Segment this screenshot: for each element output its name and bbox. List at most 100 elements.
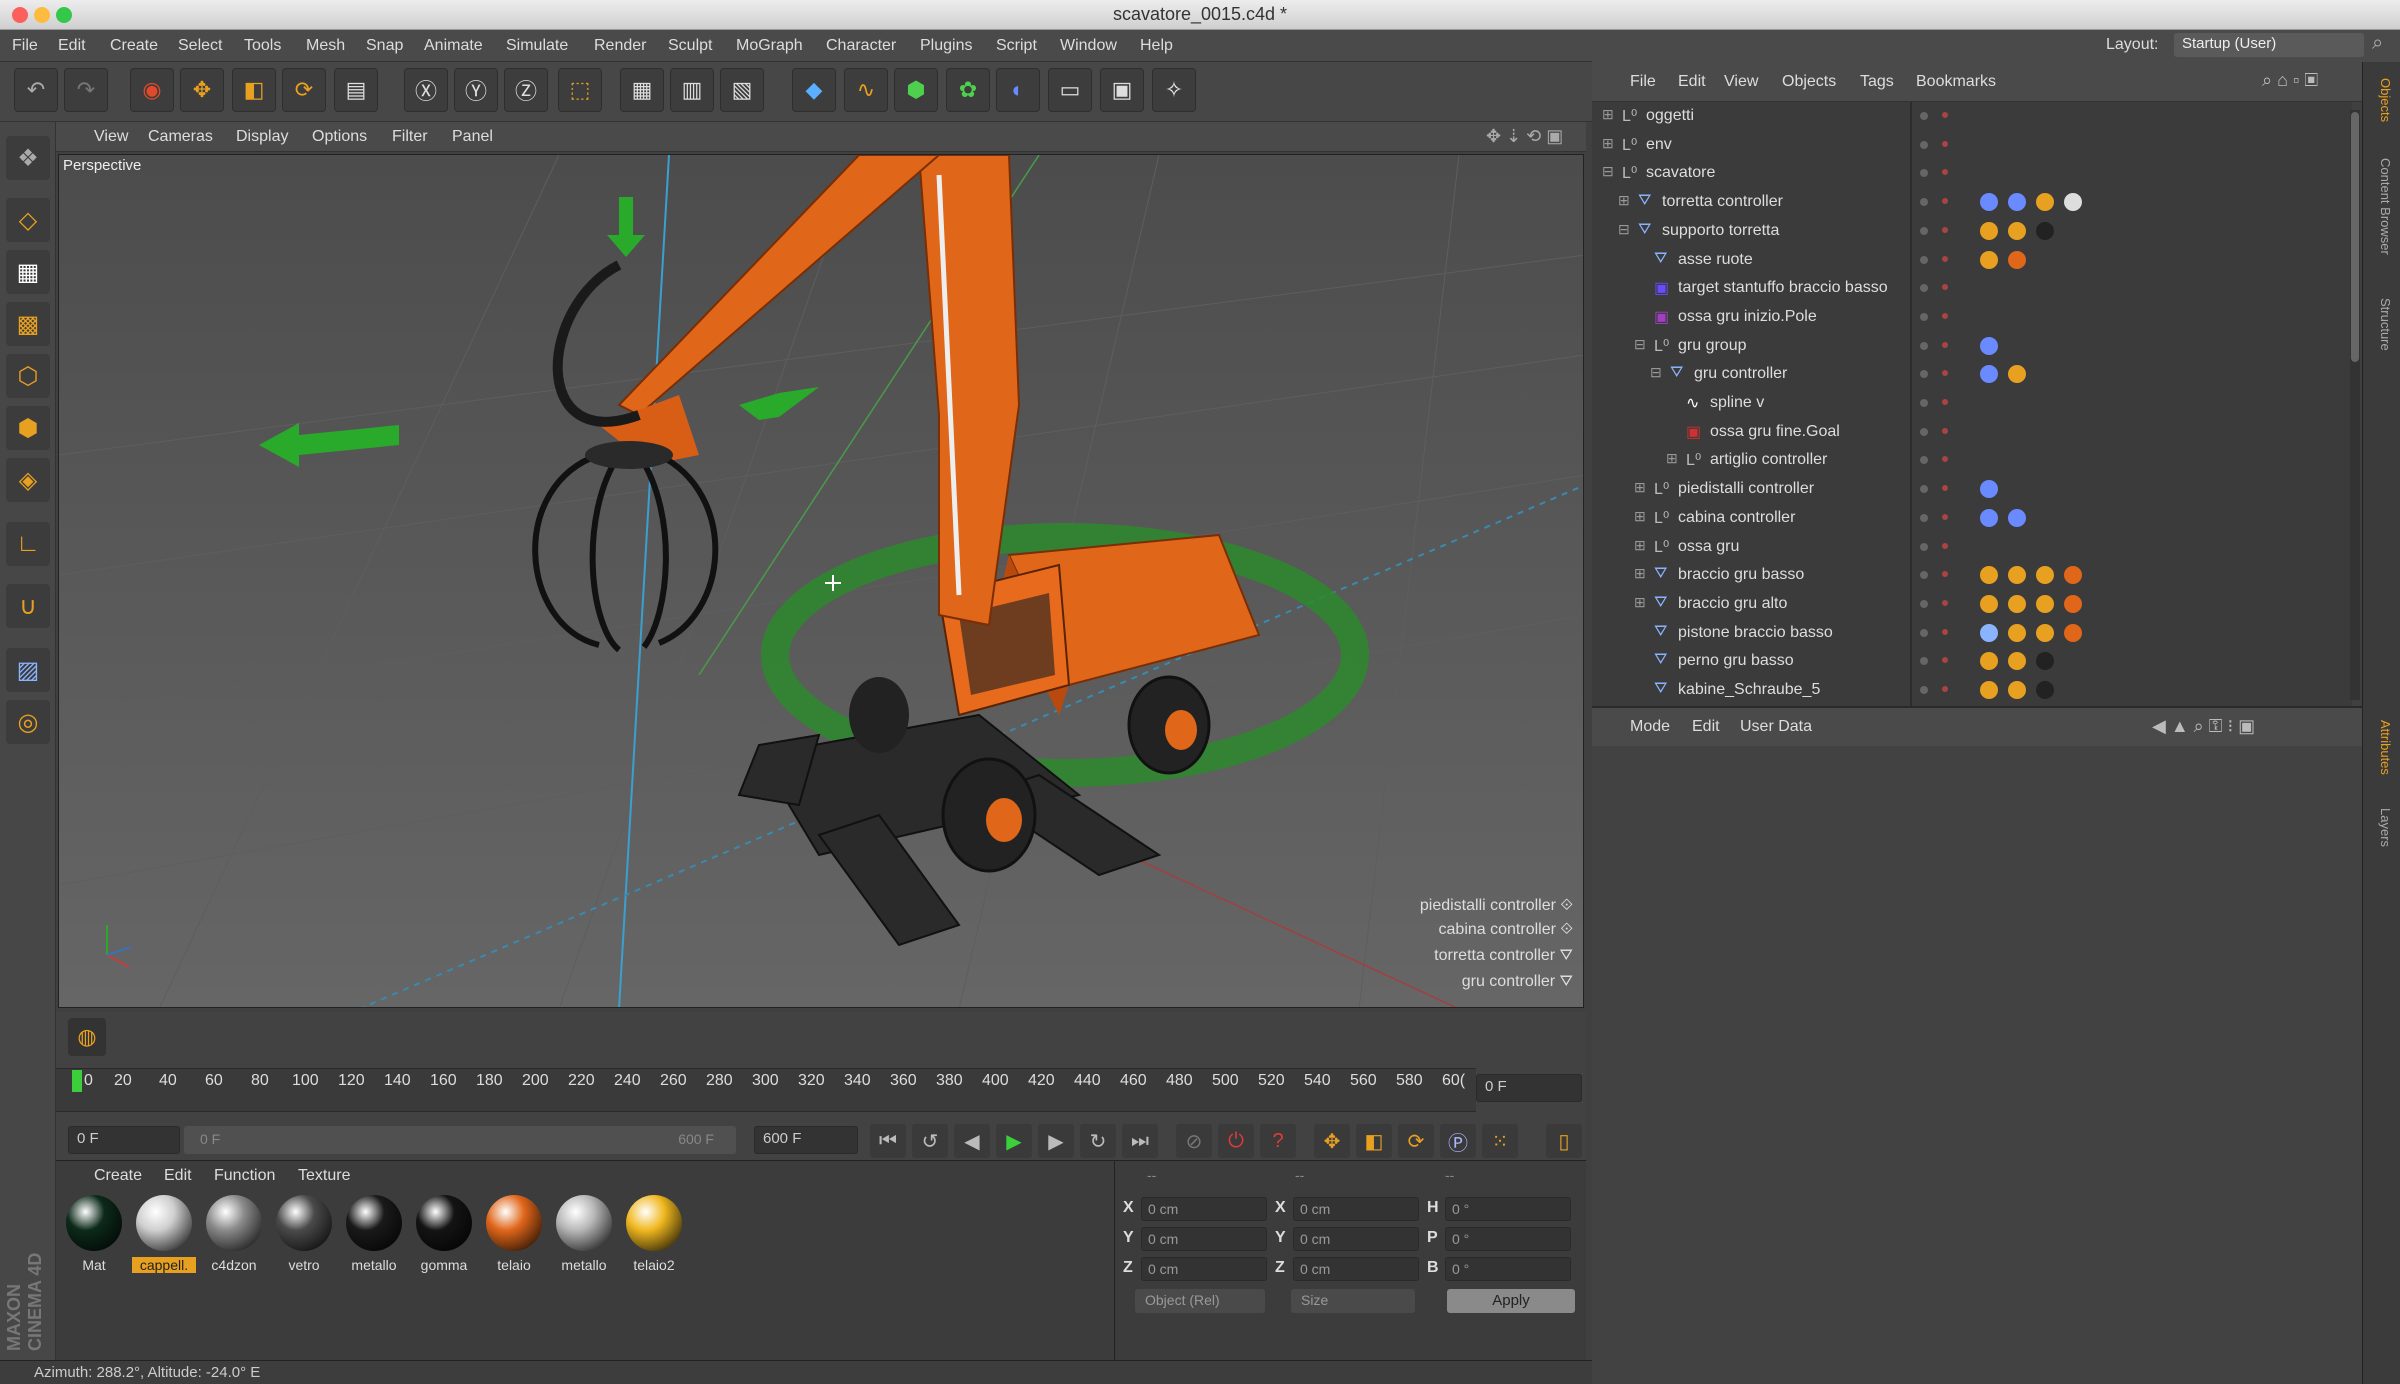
object-tag-icon[interactable] — [2008, 594, 2026, 613]
subdivision-surface-button[interactable]: ⬢ — [894, 68, 938, 112]
render-visibility-dot[interactable] — [1942, 542, 1948, 549]
expand-icon[interactable]: ⊞ — [1666, 450, 1678, 467]
expand-icon[interactable]: ⊞ — [1618, 192, 1630, 209]
render-visibility-dot[interactable] — [1942, 370, 1948, 377]
object-tag-icon[interactable] — [2036, 623, 2054, 642]
object-tag-icon[interactable] — [2008, 193, 2026, 212]
recent-tools-button[interactable]: ▤ — [334, 68, 378, 112]
position-y-field[interactable]: 0 cm — [1141, 1227, 1267, 1251]
make-editable-button[interactable]: ❖ — [6, 136, 50, 180]
keyframe-recorder-icon[interactable]: ◍ — [68, 1018, 106, 1056]
hud-cabina-controller[interactable]: cabina controller ⟐ — [1439, 921, 1573, 939]
object-tag-icon[interactable] — [1980, 623, 1998, 642]
editor-visibility-dot[interactable] — [1920, 427, 1928, 436]
object-name[interactable]: oggetti — [1646, 107, 1694, 125]
editor-visibility-dot[interactable] — [1920, 370, 1928, 379]
start-frame-field[interactable]: 0 F — [68, 1126, 180, 1154]
object-tag-icon[interactable] — [1980, 652, 1998, 671]
objmgr-menu-edit[interactable]: Edit — [1678, 73, 1706, 91]
render-visibility-dot[interactable] — [1942, 255, 1948, 262]
object-name[interactable]: ossa gru inizio.Pole — [1678, 308, 1817, 326]
object-tag-icon[interactable] — [2008, 623, 2026, 642]
editor-visibility-dot[interactable] — [1920, 628, 1928, 637]
object-row[interactable]: ⊞ ⛛ torretta controller — [1592, 188, 2352, 216]
cloner-button[interactable]: ✿ — [946, 68, 990, 112]
tab-layers[interactable]: Layers — [2369, 802, 2393, 853]
material-menu-create[interactable]: Create — [94, 1167, 142, 1185]
object-tag-icon[interactable] — [2064, 623, 2082, 642]
deformer-button[interactable]: ◐ — [996, 68, 1040, 112]
editor-visibility-dot[interactable] — [1920, 226, 1928, 235]
material-menu-function[interactable]: Function — [214, 1167, 275, 1185]
menu-edit[interactable]: Edit — [58, 37, 86, 55]
end-frame-field[interactable]: 600 F — [754, 1126, 858, 1154]
render-visibility-dot[interactable] — [1942, 485, 1948, 492]
editor-visibility-dot[interactable] — [1920, 513, 1928, 522]
editor-visibility-dot[interactable] — [1920, 284, 1928, 293]
material-swatch[interactable]: cappell. — [132, 1191, 196, 1283]
object-row[interactable]: ⊞ L⁰ ossa gru — [1592, 533, 2352, 561]
object-tag-icon[interactable] — [2036, 566, 2054, 585]
object-tag-icon[interactable] — [1980, 508, 1998, 527]
keyframe-selection-button[interactable]: ? — [1260, 1124, 1296, 1158]
viewport-menu-options[interactable]: Options — [312, 128, 367, 146]
position-key-toggle[interactable]: ✥ — [1314, 1124, 1350, 1158]
object-tag-icon[interactable] — [2008, 566, 2026, 585]
editor-visibility-dot[interactable] — [1920, 112, 1928, 120]
object-row[interactable]: ▣ ossa gru fine.Goal — [1592, 418, 2352, 446]
spline-pen-button[interactable]: ∿ — [844, 68, 888, 112]
object-row[interactable]: ⊟ L⁰ scavatore — [1592, 159, 2352, 187]
viewport-menu-cameras[interactable]: Cameras — [148, 128, 213, 146]
object-name[interactable]: kabine_Schraube_5 — [1678, 681, 1820, 699]
rotation-key-toggle[interactable]: ⟳ — [1398, 1124, 1434, 1158]
render-visibility-dot[interactable] — [1942, 427, 1948, 434]
object-name[interactable]: ossa gru — [1678, 538, 1739, 556]
object-tag-icon[interactable] — [2036, 681, 2054, 699]
object-row[interactable]: ∿ spline v — [1592, 389, 2352, 417]
go-to-end-button[interactable]: ⏭ — [1122, 1124, 1158, 1158]
object-tag-icon[interactable] — [2036, 221, 2054, 240]
object-tag-icon[interactable] — [2064, 566, 2082, 585]
render-visibility-dot[interactable] — [1942, 686, 1948, 692]
editor-visibility-dot[interactable] — [1920, 599, 1928, 608]
object-tag-icon[interactable] — [2008, 652, 2026, 671]
material-swatch[interactable]: metallo — [342, 1191, 406, 1283]
render-view-button[interactable]: ▦ — [620, 68, 664, 112]
object-row[interactable]: ⊞ ⛛ braccio gru basso — [1592, 561, 2352, 589]
rotation-b-field[interactable]: 0 ° — [1445, 1257, 1571, 1281]
material-swatch[interactable]: vetro — [272, 1191, 336, 1283]
editor-visibility-dot[interactable] — [1920, 312, 1928, 321]
object-name[interactable]: gru controller — [1694, 365, 1787, 383]
render-visibility-dot[interactable] — [1942, 140, 1948, 147]
points-mode-button[interactable]: ⬡ — [6, 354, 50, 398]
viewport-navigation-icons[interactable]: ✥ ⇣ ⟲ ▣ — [1486, 126, 1563, 147]
coordinate-system-toggle[interactable]: ⬚ — [558, 68, 602, 112]
object-name[interactable]: supporto torretta — [1662, 222, 1779, 240]
object-tag-icon[interactable] — [2064, 193, 2082, 212]
previous-key-button[interactable]: ↺ — [912, 1124, 948, 1158]
render-visibility-dot[interactable] — [1942, 226, 1948, 233]
menu-animate[interactable]: Animate — [424, 37, 483, 55]
viewport-menu-display[interactable]: Display — [236, 128, 288, 146]
render-visibility-dot[interactable] — [1942, 456, 1948, 463]
editor-visibility-dot[interactable] — [1920, 571, 1928, 580]
material-swatch[interactable]: telaio2 — [622, 1191, 686, 1283]
object-tag-icon[interactable] — [1980, 480, 1998, 499]
attr-menu-edit[interactable]: Edit — [1692, 718, 1720, 736]
object-name[interactable]: piedistalli controller — [1678, 480, 1814, 498]
coordinate-mode-dropdown[interactable]: Object (Rel) — [1135, 1289, 1265, 1313]
editor-visibility-dot[interactable] — [1920, 169, 1928, 178]
object-row[interactable]: ⛛ pistone braccio basso — [1592, 619, 2352, 647]
render-visibility-dot[interactable] — [1942, 399, 1948, 405]
expand-icon[interactable]: ⊞ — [1602, 135, 1614, 152]
objmgr-menu-view[interactable]: View — [1724, 73, 1758, 91]
playhead[interactable] — [72, 1070, 82, 1092]
object-name[interactable]: spline v — [1710, 394, 1764, 412]
size-z-field[interactable]: 0 cm — [1293, 1257, 1419, 1281]
tab-structure[interactable]: Structure — [2369, 292, 2393, 357]
editor-visibility-dot[interactable] — [1920, 686, 1928, 694]
workplane-button[interactable]: ▨ — [6, 648, 50, 692]
next-key-button[interactable]: ↻ — [1080, 1124, 1116, 1158]
object-tag-icon[interactable] — [1980, 193, 1998, 212]
menu-snap[interactable]: Snap — [366, 37, 403, 55]
